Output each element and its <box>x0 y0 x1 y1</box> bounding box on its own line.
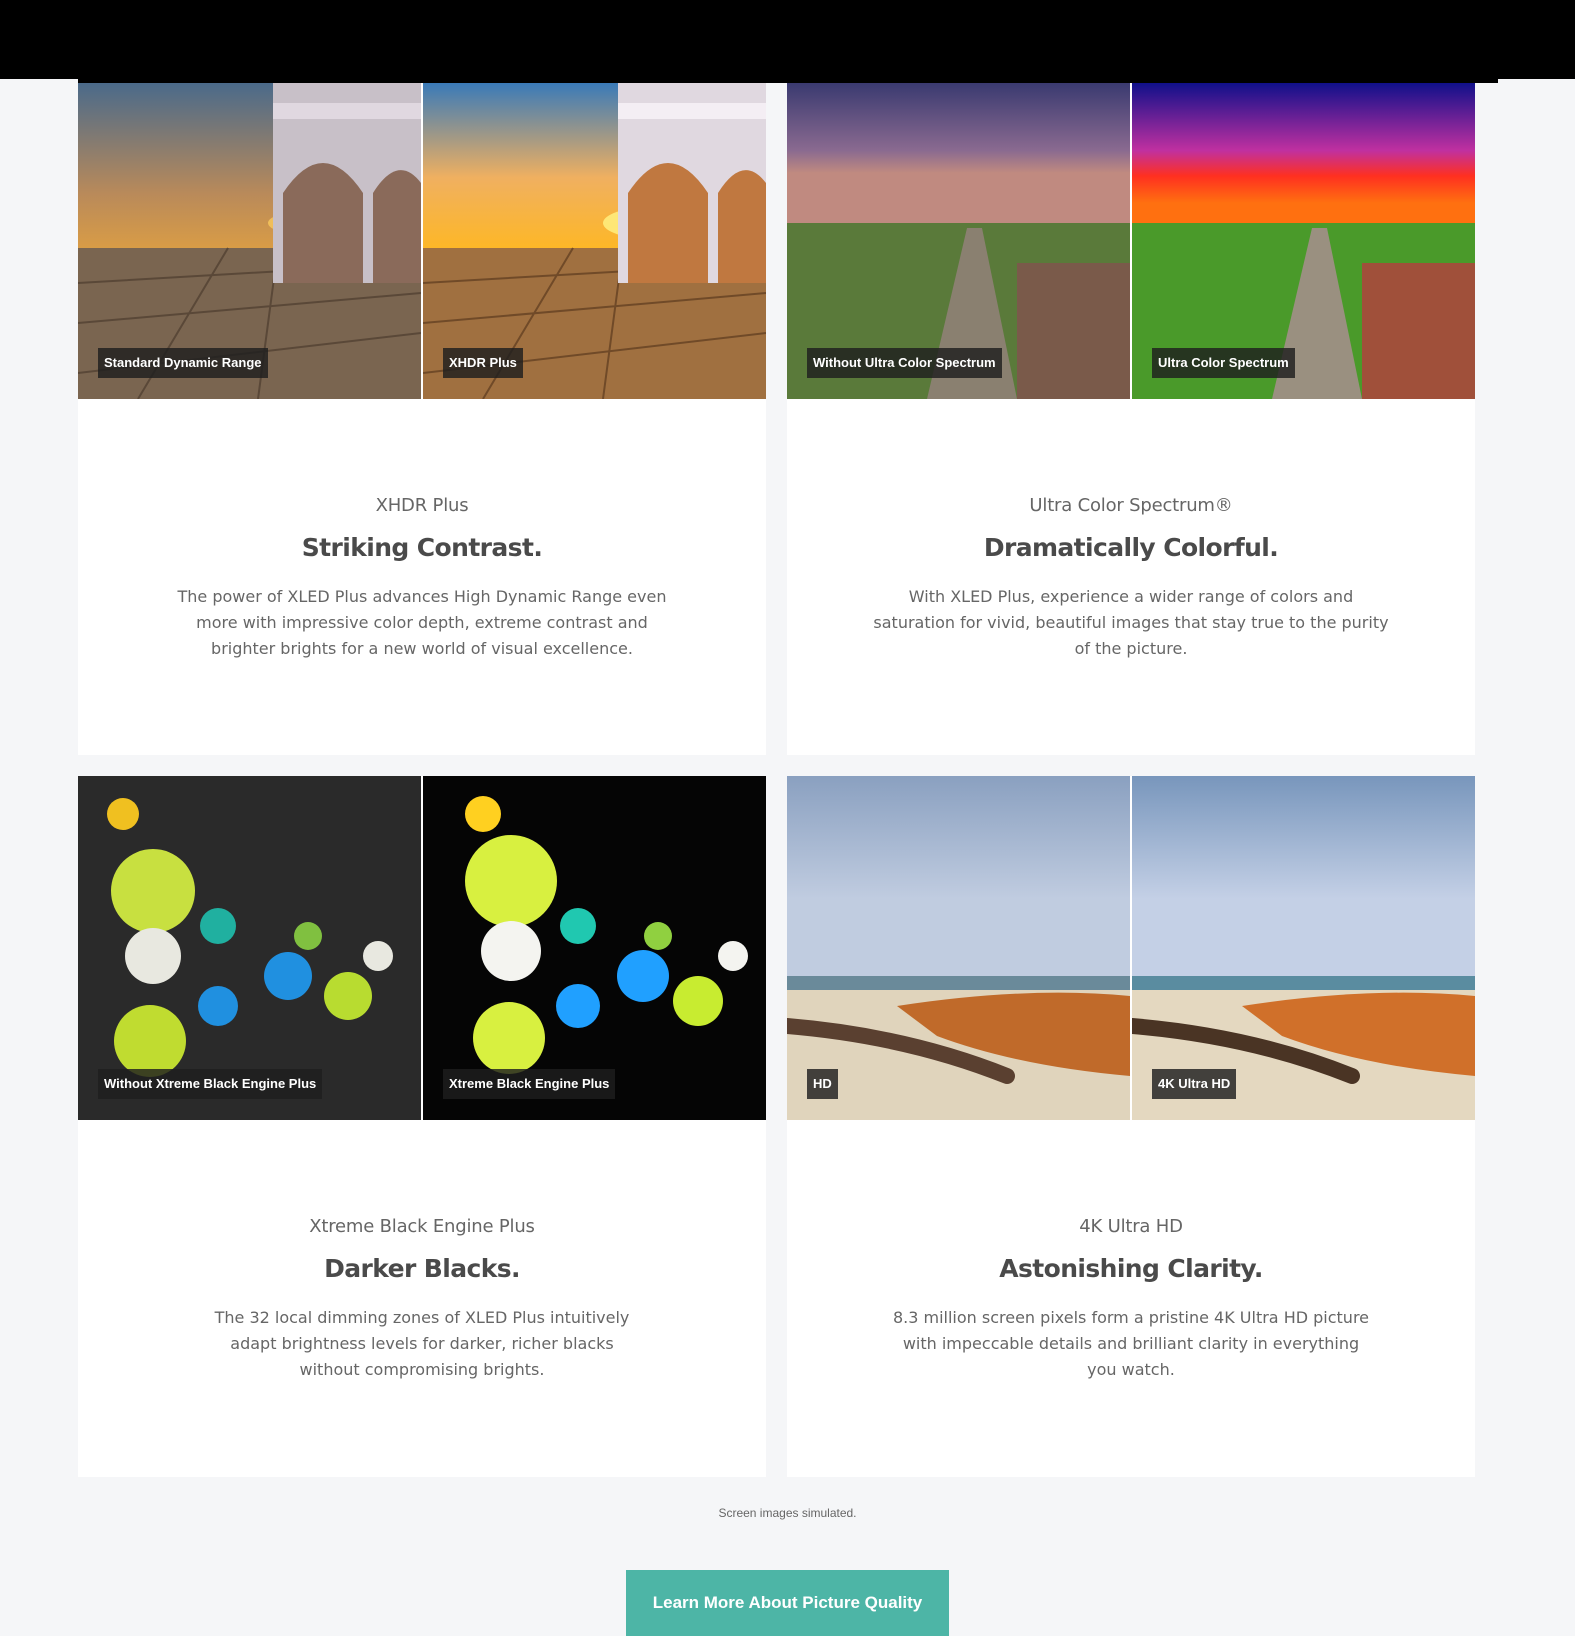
card-headline: Dramatically Colorful. <box>983 533 1279 562</box>
sdr-label: Standard Dynamic Range <box>98 348 268 378</box>
xbe-label: Xtreme Black Engine Plus <box>443 1069 616 1099</box>
card-copy: Xtreme Black Engine Plus Darker Blacks. … <box>78 1120 766 1383</box>
hd-label: HD <box>807 1069 838 1099</box>
feature-card-4k: HD 4K Ultra HD 4K Ultra HD Astonishing C… <box>787 776 1475 1477</box>
card-body: With XLED Plus, experience a wider range… <box>873 587 1389 658</box>
learn-more-button[interactable]: Learn More About Picture Quality <box>626 1570 949 1636</box>
hd-image: HD <box>787 776 1130 1120</box>
card-headline: Astonishing Clarity. <box>999 1254 1263 1283</box>
card-copy: Ultra Color Spectrum® Dramatically Color… <box>787 399 1475 662</box>
xhdr-plus-label: XHDR Plus <box>443 348 523 378</box>
without-xbe-label: Without Xtreme Black Engine Plus <box>98 1069 323 1099</box>
card-body: The 32 local dimming zones of XLED Plus … <box>214 1308 630 1379</box>
without-ucs-image: Without Ultra Color Spectrum <box>787 83 1130 399</box>
card-copy: XHDR Plus Striking Contrast. The power o… <box>78 399 766 662</box>
feature-card-xhdr: Standard Dynamic Range XHDR Plus XHDR Pl… <box>78 83 766 755</box>
card-eyebrow: 4K Ultra HD <box>1079 1216 1183 1237</box>
comparison-images: Without Ultra Color Spectrum Ultra Color… <box>787 83 1475 399</box>
comparison-images: Standard Dynamic Range XHDR Plus <box>78 83 766 399</box>
ucs-image: Ultra Color Spectrum <box>1132 83 1475 399</box>
card-headline: Darker Blacks. <box>324 1254 520 1283</box>
without-xbe-image: Without Xtreme Black Engine Plus <box>78 776 421 1120</box>
top-nav-bar <box>0 0 1575 79</box>
disclaimer-text: Screen images simulated. <box>718 1506 857 1520</box>
card-eyebrow: Xtreme Black Engine Plus <box>309 1216 535 1237</box>
comparison-images: Without Xtreme Black Engine Plus Xtreme … <box>78 776 766 1120</box>
without-ucs-label: Without Ultra Color Spectrum <box>807 348 1002 378</box>
4k-image: 4K Ultra HD <box>1132 776 1475 1120</box>
sdr-image: Standard Dynamic Range <box>78 83 421 399</box>
xbe-image: Xtreme Black Engine Plus <box>423 776 766 1120</box>
card-body: 8.3 million screen pixels form a pristin… <box>892 1308 1370 1379</box>
comparison-images: HD 4K Ultra HD <box>787 776 1475 1120</box>
ucs-label: Ultra Color Spectrum <box>1152 348 1295 378</box>
card-body: The power of XLED Plus advances High Dyn… <box>177 587 667 658</box>
feature-card-xtreme-black: Without Xtreme Black Engine Plus Xtreme … <box>78 776 766 1477</box>
card-copy: 4K Ultra HD Astonishing Clarity. 8.3 mil… <box>787 1120 1475 1383</box>
card-headline: Striking Contrast. <box>301 533 543 562</box>
card-eyebrow: XHDR Plus <box>375 495 469 516</box>
4k-label: 4K Ultra HD <box>1152 1069 1237 1099</box>
feature-card-ultra-color: Without Ultra Color Spectrum Ultra Color… <box>787 83 1475 755</box>
xhdr-plus-image: XHDR Plus <box>423 83 766 399</box>
card-eyebrow: Ultra Color Spectrum® <box>1029 495 1233 516</box>
